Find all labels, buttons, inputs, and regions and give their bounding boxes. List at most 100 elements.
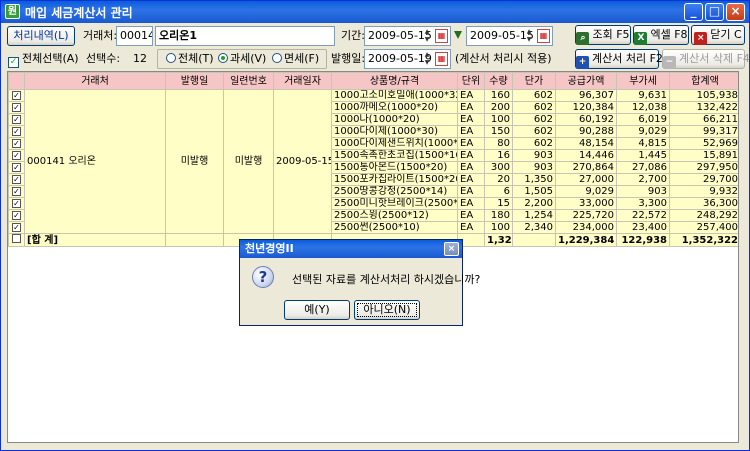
search-button[interactable]: ⌕ 조회 F5: [575, 25, 631, 45]
vat-cell[interactable]: 9,631: [616, 89, 670, 102]
column-header[interactable]: 거래처: [24, 72, 166, 90]
qty-cell[interactable]: 150: [484, 125, 513, 138]
price-cell[interactable]: 1,505: [512, 185, 556, 198]
row-checkbox[interactable]: ✓: [8, 149, 25, 162]
process-history-button[interactable]: 처리내역(L): [7, 26, 75, 46]
supply-cell[interactable]: 33,000: [555, 197, 617, 210]
row-checkbox[interactable]: ✓: [8, 221, 25, 234]
qty-cell[interactable]: 180: [484, 209, 513, 222]
qty-cell[interactable]: 6: [484, 185, 513, 198]
supply-cell[interactable]: 270,864: [555, 161, 617, 174]
vat-cell[interactable]: 2,700: [616, 173, 670, 186]
calendar-icon[interactable]: ▦: [435, 29, 448, 43]
column-header[interactable]: 합계액: [669, 72, 738, 90]
total-cell[interactable]: 248,292: [669, 209, 738, 222]
unit-cell[interactable]: EA: [457, 89, 485, 102]
price-cell[interactable]: 602: [512, 137, 556, 150]
column-header[interactable]: 부가세: [616, 72, 670, 90]
price-cell[interactable]: 903: [512, 149, 556, 162]
vat-cell[interactable]: 3,300: [616, 197, 670, 210]
column-header[interactable]: 단가: [512, 72, 556, 90]
total-cell[interactable]: 9,932: [669, 185, 738, 198]
price-cell[interactable]: 602: [512, 89, 556, 102]
supply-cell[interactable]: 120,384: [555, 101, 617, 114]
price-cell[interactable]: 602: [512, 125, 556, 138]
price-cell[interactable]: 602: [512, 113, 556, 126]
vat-cell[interactable]: 23,400: [616, 221, 670, 234]
price-cell[interactable]: 2,340: [512, 221, 556, 234]
product-cell[interactable]: 1500통아몬드(1500*20): [331, 161, 458, 174]
product-cell[interactable]: 1000다이제(1000*30): [331, 125, 458, 138]
total-cell[interactable]: 132,422: [669, 101, 738, 114]
calendar-icon[interactable]: ▦: [435, 52, 448, 66]
product-cell[interactable]: 1000까메오(1000*20): [331, 101, 458, 114]
radio-taxable[interactable]: 과세(V): [218, 49, 266, 69]
issue-cell[interactable]: 미발행: [165, 89, 224, 234]
supply-cell[interactable]: 234,000: [555, 221, 617, 234]
close-window-button[interactable]: ×: [726, 3, 745, 21]
price-cell[interactable]: 903: [512, 161, 556, 174]
row-checkbox[interactable]: ✓: [8, 173, 25, 186]
qty-cell[interactable]: 100: [484, 221, 513, 234]
total-cell[interactable]: 105,938: [669, 89, 738, 102]
qty-cell[interactable]: 160: [484, 89, 513, 102]
unit-cell[interactable]: EA: [457, 173, 485, 186]
product-cell[interactable]: 2500스윙(2500*12): [331, 209, 458, 222]
product-cell[interactable]: 1000나(1000*20): [331, 113, 458, 126]
row-checkbox[interactable]: ✓: [8, 197, 25, 210]
select-all-checkbox[interactable]: ✓ 전체선택(A): [8, 49, 79, 69]
spin-arrows-icon[interactable]: ▲ ▼: [524, 28, 534, 44]
radio-all[interactable]: 전체(T): [166, 49, 214, 69]
total-cell[interactable]: 29,700: [669, 173, 738, 186]
supply-cell[interactable]: 96,307: [555, 89, 617, 102]
vat-cell[interactable]: 22,572: [616, 209, 670, 222]
unit-cell[interactable]: EA: [457, 209, 485, 222]
unit-cell[interactable]: EA: [457, 149, 485, 162]
total-checkbox[interactable]: [8, 233, 25, 247]
invoice-delete-button[interactable]: − 계산서 삭제 F4: [662, 49, 750, 69]
total-cell[interactable]: 52,969: [669, 137, 738, 150]
product-cell[interactable]: 1000다이제샌드위치(1000*20): [331, 137, 458, 150]
close-button[interactable]: × 닫기 C: [691, 25, 745, 45]
row-checkbox[interactable]: ✓: [8, 137, 25, 150]
total-cell[interactable]: 297,950: [669, 161, 738, 174]
price-cell[interactable]: 602: [512, 101, 556, 114]
row-checkbox[interactable]: ✓: [8, 101, 25, 114]
issue-date-picker[interactable]: 2009-05-19 ▲ ▼ ▦: [364, 49, 451, 69]
product-cell[interactable]: 1500속촉한초코칩(1500*16): [331, 149, 458, 162]
invoice-process-button[interactable]: + 계산서 처리 F2: [575, 49, 663, 69]
dialog-title-bar[interactable]: 천년경영II ×: [240, 240, 462, 258]
supply-cell[interactable]: 27,000: [555, 173, 617, 186]
total-cell[interactable]: 99,317: [669, 125, 738, 138]
customer-cell[interactable]: 000141 오리온: [24, 89, 166, 234]
supply-cell[interactable]: 9,029: [555, 185, 617, 198]
row-checkbox[interactable]: ✓: [8, 113, 25, 126]
table-row[interactable]: ✓ 000141 오리온 미발행 미발행 2009-05-15 1000고소미호밀애(10…: [8, 89, 738, 234]
vat-cell[interactable]: 12,038: [616, 101, 670, 114]
no-button[interactable]: 아니오(N): [354, 300, 420, 320]
row-checkbox[interactable]: ✓: [8, 161, 25, 174]
price-cell[interactable]: 2,200: [512, 197, 556, 210]
excel-button[interactable]: X 엑셀 F8: [633, 25, 689, 45]
product-cell[interactable]: 2500미니핫브레이크(2500*15: [331, 197, 458, 210]
vat-cell[interactable]: 27,086: [616, 161, 670, 174]
date-to-picker[interactable]: 2009-05-15 ▲ ▼ ▦: [466, 26, 553, 46]
qty-cell[interactable]: 15: [484, 197, 513, 210]
qty-cell[interactable]: 100: [484, 113, 513, 126]
supply-cell[interactable]: 14,446: [555, 149, 617, 162]
qty-cell[interactable]: 80: [484, 137, 513, 150]
customer-name-input[interactable]: 오리온1: [155, 26, 335, 46]
product-cell[interactable]: 2500땅콩강정(2500*14): [331, 185, 458, 198]
unit-cell[interactable]: EA: [457, 185, 485, 198]
column-header[interactable]: 단위: [457, 72, 485, 90]
supply-cell[interactable]: 60,192: [555, 113, 617, 126]
vat-cell[interactable]: 1,445: [616, 149, 670, 162]
supply-cell[interactable]: 48,154: [555, 137, 617, 150]
header-checkbox[interactable]: [8, 72, 25, 90]
qty-cell[interactable]: 300: [484, 161, 513, 174]
column-header[interactable]: 공급가액: [555, 72, 617, 90]
trade-date-cell[interactable]: 2009-05-15: [273, 89, 332, 234]
dialog-close-button[interactable]: ×: [444, 242, 459, 256]
product-cell[interactable]: 1000고소미호밀애(1000*32): [331, 89, 458, 102]
row-checkbox[interactable]: ✓: [8, 125, 25, 138]
